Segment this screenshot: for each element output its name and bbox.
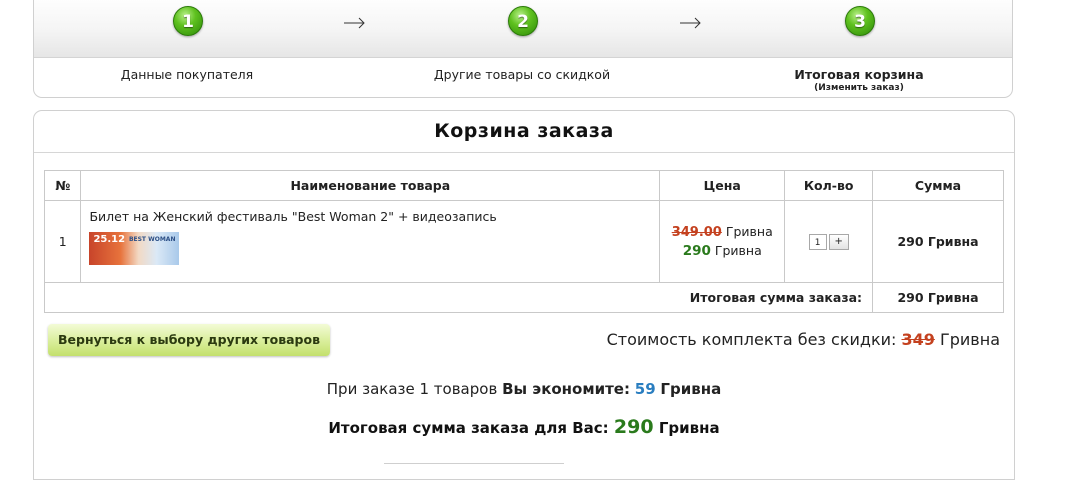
final-currency: Гривна bbox=[658, 419, 720, 437]
old-price: 349.00 bbox=[671, 225, 722, 240]
old-price-currency: Гривна bbox=[725, 224, 773, 239]
quantity-input[interactable]: 1 bbox=[808, 234, 827, 250]
table-row: 1 Билет на Женский фестиваль "Best Woman… bbox=[43, 200, 1004, 283]
step-1-label[interactable]: Данные покупателя bbox=[57, 67, 317, 82]
savings-line: При заказе 1 товаров Вы экономите: 59 Гр… bbox=[34, 380, 1014, 398]
edit-order-link[interactable]: (Изменить заказ) bbox=[729, 83, 989, 93]
step-2-number-icon: 2 bbox=[508, 6, 538, 36]
header-sum: Сумма bbox=[872, 170, 1004, 201]
step-3-number-icon: 3 bbox=[845, 6, 875, 36]
final-label: Итоговая сумма заказа для Вас: bbox=[328, 419, 609, 437]
savings-currency: Гривна bbox=[660, 380, 722, 398]
no-discount-price: Стоимость комплекта без скидки: 349 Грив… bbox=[607, 330, 1000, 349]
step-3-label: Итоговая корзина bbox=[794, 67, 924, 82]
divider bbox=[384, 463, 564, 464]
quantity-stepper: 1 + bbox=[808, 234, 849, 250]
final-total-line: Итоговая сумма заказа для Вас: 290 Гривн… bbox=[34, 416, 1014, 438]
item-sum: 290 Гривна bbox=[872, 200, 1004, 283]
header-num: № bbox=[43, 170, 82, 201]
item-thumbnail[interactable]: 25.12 BEST WOMAN bbox=[89, 232, 180, 265]
savings-label: Вы экономите: bbox=[502, 380, 630, 398]
no-discount-currency: Гривна bbox=[939, 330, 1000, 349]
thumb-text: BEST WOMAN bbox=[128, 236, 176, 243]
header-qty: Кол-во bbox=[784, 170, 874, 201]
header-name: Наименование товара bbox=[80, 170, 661, 201]
back-to-products-button[interactable]: Вернуться к выбору других товаров bbox=[48, 324, 330, 356]
new-price-currency: Гривна bbox=[714, 243, 762, 258]
total-label: Итоговая сумма заказа: bbox=[43, 282, 874, 313]
cart-table: № Наименование товара Цена Кол-во Сумма … bbox=[43, 170, 1004, 313]
final-value: 290 bbox=[613, 416, 654, 438]
cart-panel: Корзина заказа № Наименование товара Цен… bbox=[33, 110, 1015, 480]
table-header-row: № Наименование товара Цена Кол-во Сумма bbox=[43, 170, 1004, 201]
arrow-right-icon bbox=[680, 17, 701, 29]
total-value: 290 Гривна bbox=[872, 282, 1004, 313]
item-qty-cell: 1 + bbox=[784, 200, 874, 283]
thumb-date: 25.12 bbox=[93, 234, 126, 245]
checkout-steps: 1 2 3 Данные покупателя Другие товары со… bbox=[33, 0, 1013, 98]
savings-prefix: При заказе 1 товаров bbox=[326, 380, 498, 398]
quantity-plus-button[interactable]: + bbox=[828, 234, 849, 250]
total-row: Итоговая сумма заказа: 290 Гривна bbox=[43, 282, 1004, 313]
savings-value: 59 bbox=[634, 380, 656, 398]
step-1-number-icon: 1 bbox=[173, 6, 203, 36]
new-price: 290 bbox=[682, 243, 711, 259]
arrow-right-icon bbox=[344, 17, 365, 29]
step-2-label[interactable]: Другие товары со скидкой bbox=[392, 67, 652, 82]
no-discount-value: 349 bbox=[901, 330, 935, 349]
no-discount-label: Стоимость комплекта без скидки: bbox=[606, 330, 897, 349]
cart-title: Корзина заказа bbox=[34, 111, 1014, 153]
header-price: Цена bbox=[659, 170, 786, 201]
item-name-link[interactable]: Билет на Женский фестиваль "Best Woman 2… bbox=[89, 209, 496, 224]
item-price-cell: 349.00 Гривна 290 Гривна bbox=[659, 200, 786, 283]
item-num: 1 bbox=[43, 200, 82, 283]
item-name-cell: Билет на Женский фестиваль "Best Woman 2… bbox=[80, 200, 661, 283]
